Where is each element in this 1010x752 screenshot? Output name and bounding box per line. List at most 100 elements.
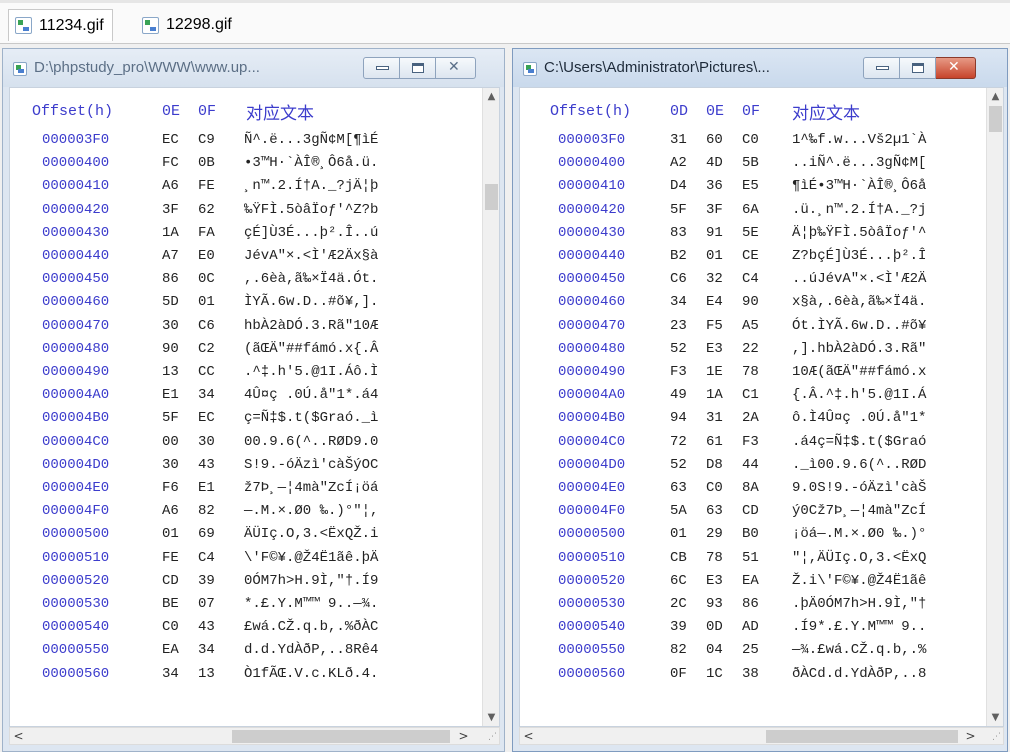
hex-byte[interactable]: 44 [742, 457, 759, 473]
hex-byte[interactable]: EA [162, 642, 179, 658]
hex-byte[interactable]: E3 [706, 573, 723, 589]
row-text[interactable]: Ò1fÃŒ.V.c.KLð.4. [244, 666, 378, 682]
scroll-up-arrow-icon[interactable]: ▲ [483, 88, 499, 105]
hex-byte[interactable]: 0D [706, 619, 723, 635]
hex-view[interactable]: Offset(h) 0D 0E 0F 对应文本 000003F0 31 60 C0 1^… [519, 87, 1004, 727]
hex-byte[interactable]: E1 [162, 387, 179, 403]
row-text[interactable]: ðÀCd.d.YdÀðP,..8 [792, 666, 926, 682]
hex-byte[interactable]: 3F [706, 202, 723, 218]
hex-byte[interactable]: 82 [198, 503, 215, 519]
row-text[interactable]: d.d.YdÀðP,..8Rê4 [244, 642, 378, 658]
scroll-left-arrow-icon[interactable]: < [10, 728, 27, 745]
hex-byte[interactable]: A2 [670, 155, 687, 171]
row-text[interactable]: .Í9*.£.Y.M™™ 9.. [792, 619, 926, 635]
hex-byte[interactable]: 6A [742, 202, 759, 218]
hex-byte[interactable]: B0 [742, 526, 759, 542]
hex-byte[interactable]: FA [198, 225, 215, 241]
hex-byte[interactable]: EC [198, 410, 215, 426]
row-text[interactable]: .^‡.h'5.@1I.Áô.Ì [244, 364, 378, 380]
hex-byte[interactable]: F3 [670, 364, 687, 380]
hex-byte[interactable]: C4 [742, 271, 759, 287]
row-text[interactable]: Ñ^.ë...3gÑ¢M[¶ìÉ [244, 132, 378, 148]
row-text[interactable]: Ä¦þ‰ŸFÌ.5òâÏoƒ'^ [792, 225, 926, 241]
maximize-button[interactable] [900, 57, 936, 79]
hex-byte[interactable]: 94 [670, 410, 687, 426]
hex-byte[interactable]: 30 [198, 434, 215, 450]
hex-byte[interactable]: 6C [670, 573, 687, 589]
hex-byte[interactable]: 25 [742, 642, 759, 658]
row-text[interactable]: S!9.-óÄzì'càŠýOC [244, 457, 378, 473]
hex-byte[interactable]: 5B [742, 155, 759, 171]
hex-byte[interactable]: 3F [162, 202, 179, 218]
hex-byte[interactable]: 39 [670, 619, 687, 635]
hex-byte[interactable]: 4D [706, 155, 723, 171]
hex-byte[interactable]: 83 [670, 225, 687, 241]
hex-byte[interactable]: 63 [670, 480, 687, 496]
hex-byte[interactable]: CD [162, 573, 179, 589]
hex-byte[interactable]: 01 [670, 526, 687, 542]
row-text[interactable]: ¸n™.2.Í†A._?jÄ¦þ [244, 178, 378, 194]
hex-byte[interactable]: 51 [742, 550, 759, 566]
row-text[interactable]: ..úJévA"×.<Ì'Æ2Ä [792, 271, 926, 287]
hex-byte[interactable]: FE [162, 550, 179, 566]
hex-byte[interactable]: 34 [198, 642, 215, 658]
hex-byte[interactable]: 1C [706, 666, 723, 682]
scroll-down-arrow-icon[interactable]: ▼ [987, 709, 1003, 726]
minimize-button[interactable] [863, 57, 900, 79]
row-text[interactable]: 4Û¤ç .0Ú.å"1*.á4 [244, 387, 378, 403]
row-text[interactable]: .þÄ0ÓM7h>H.9Ì,"† [792, 596, 926, 612]
hex-byte[interactable]: E5 [742, 178, 759, 194]
hex-byte[interactable]: F3 [742, 434, 759, 450]
hex-byte[interactable]: 23 [670, 318, 687, 334]
hex-byte[interactable]: 36 [706, 178, 723, 194]
hex-byte[interactable]: AD [742, 619, 759, 635]
hex-byte[interactable]: 43 [198, 619, 215, 635]
close-button[interactable]: ✕ [436, 57, 476, 79]
hex-byte[interactable]: 01 [198, 294, 215, 310]
hex-byte[interactable]: 1A [706, 387, 723, 403]
row-text[interactable]: 1^‰f.w...Vš2µ1`À [792, 132, 926, 148]
row-text[interactable]: 10Æ(ãŒÄ"##fámó.x [792, 364, 926, 380]
hex-byte[interactable]: E0 [198, 248, 215, 264]
hex-byte[interactable]: 1E [706, 364, 723, 380]
row-text[interactable]: ô.Ì4Û¤ç .0Ú.å"1* [792, 410, 926, 426]
close-button[interactable]: ✕ [936, 57, 976, 79]
hex-byte[interactable]: CD [742, 503, 759, 519]
hex-byte[interactable]: 49 [670, 387, 687, 403]
scroll-left-arrow-icon[interactable]: < [520, 728, 537, 745]
hex-byte[interactable]: C9 [198, 132, 215, 148]
hex-byte[interactable]: 34 [670, 294, 687, 310]
hex-byte[interactable]: 8A [742, 480, 759, 496]
hex-byte[interactable]: 63 [706, 503, 723, 519]
hex-byte[interactable]: 07 [198, 596, 215, 612]
hex-byte[interactable]: 91 [706, 225, 723, 241]
row-text[interactable]: 9.0S!9.-óÄzì'càŠ [792, 480, 926, 496]
hex-byte[interactable]: A7 [162, 248, 179, 264]
vertical-scrollbar[interactable]: ▲ ▼ [986, 88, 1003, 726]
hex-byte[interactable]: F5 [706, 318, 723, 334]
hex-byte[interactable]: FE [198, 178, 215, 194]
scroll-thumb[interactable] [989, 106, 1002, 132]
hex-byte[interactable]: 86 [742, 596, 759, 612]
scroll-thumb[interactable] [232, 730, 450, 743]
scroll-thumb[interactable] [485, 184, 498, 210]
hex-byte[interactable]: 30 [162, 457, 179, 473]
row-text[interactable]: \'F©¥.@Ž4Ë1ãê.þÄ [244, 550, 378, 566]
hex-byte[interactable]: 0F [670, 666, 687, 682]
hex-byte[interactable]: 0B [198, 155, 215, 171]
hex-byte[interactable]: E3 [706, 341, 723, 357]
row-text[interactable]: 00.9.6(^..RØD9.0 [244, 434, 378, 450]
hex-byte[interactable]: 52 [670, 457, 687, 473]
scroll-right-arrow-icon[interactable]: > [455, 728, 472, 745]
hex-byte[interactable]: 39 [198, 573, 215, 589]
hex-byte[interactable]: 93 [706, 596, 723, 612]
window-titlebar[interactable]: D:\phpstudy_pro\WWW\www.up... ✕ [3, 49, 504, 87]
row-text[interactable]: ‰ŸFÌ.5òâÏoƒ'^Z?b [244, 202, 378, 218]
hex-byte[interactable]: FC [162, 155, 179, 171]
row-text[interactable]: ÌYÃ.6w.D..#õ¥,]. [244, 294, 378, 310]
hex-byte[interactable]: 0C [198, 271, 215, 287]
row-text[interactable]: ç=Ñ‡$.t($Graó._ì [244, 410, 378, 426]
row-text[interactable]: ý0Cž7Þ¸—¦4mà"ZcÍ [792, 503, 926, 519]
vertical-scrollbar[interactable]: ▲ ▼ [482, 88, 499, 726]
row-text[interactable]: (ãŒÄ"##fámó.x{.Â [244, 341, 378, 357]
